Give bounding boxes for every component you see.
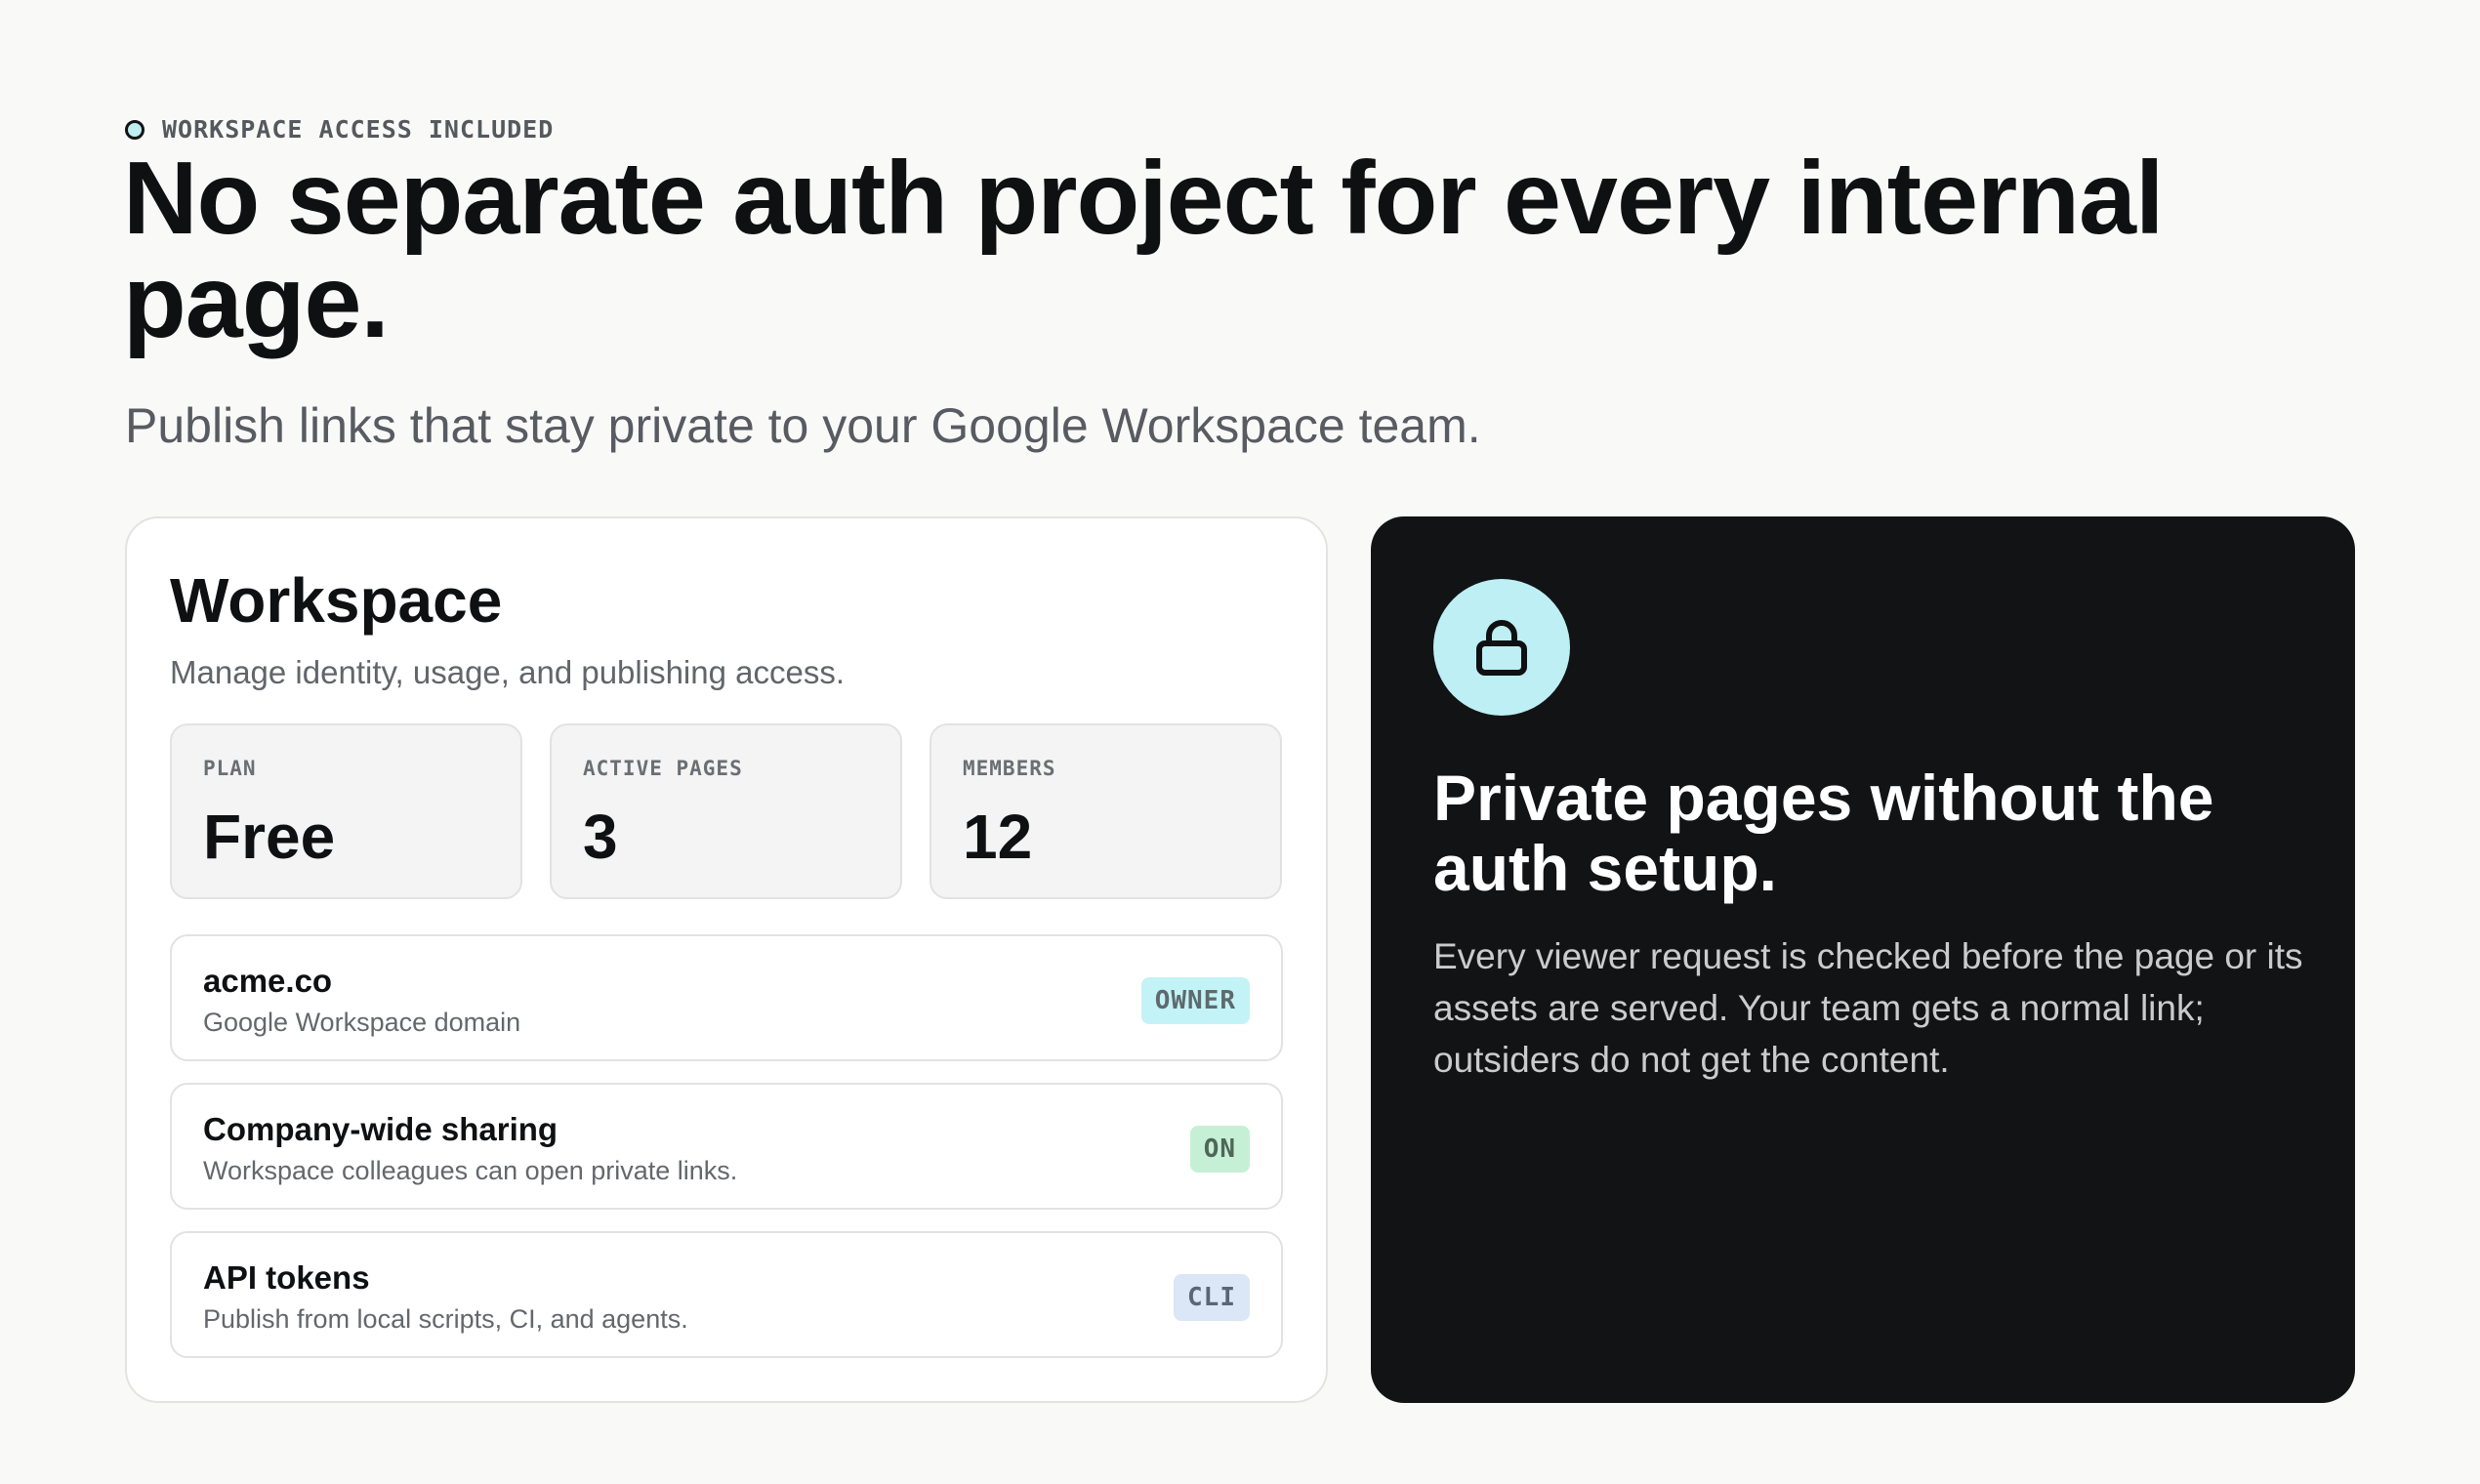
stat-active-pages: ACTIVE PAGES 3 xyxy=(550,723,902,899)
workspace-card: Workspace Manage identity, usage, and pu… xyxy=(125,516,1328,1403)
stat-label: PLAN xyxy=(203,757,257,780)
stats-row: PLAN Free ACTIVE PAGES 3 MEMBERS 12 xyxy=(170,723,1282,899)
row-description: Publish from local scripts, CI, and agen… xyxy=(203,1304,688,1334)
stat-members: MEMBERS 12 xyxy=(930,723,1282,899)
list-item-domain[interactable]: acme.co Google Workspace domain OWNER xyxy=(170,934,1283,1061)
eyebrow: WORKSPACE ACCESS INCLUDED xyxy=(125,115,554,144)
row-title: acme.co xyxy=(203,963,333,999)
feature-card: Private pages without the auth setup. Ev… xyxy=(1371,516,2355,1403)
feature-title: Private pages without the auth setup. xyxy=(1433,762,2214,904)
workspace-title: Workspace xyxy=(170,565,503,636)
stat-label: MEMBERS xyxy=(963,757,1056,780)
feature-description: Every viewer request is checked before t… xyxy=(1433,936,2303,1080)
on-badge: ON xyxy=(1189,1126,1250,1173)
stat-value: Free xyxy=(203,802,336,872)
owner-badge: OWNER xyxy=(1140,977,1250,1024)
lock-icon-circle xyxy=(1433,579,1570,716)
eyebrow-label: WORKSPACE ACCESS INCLUDED xyxy=(162,115,555,144)
row-title: Company-wide sharing xyxy=(203,1111,558,1147)
row-description: Workspace colleagues can open private li… xyxy=(203,1156,738,1185)
workspace-subtitle: Manage identity, usage, and publishing a… xyxy=(170,654,846,690)
stat-label: ACTIVE PAGES xyxy=(583,757,743,780)
status-dot-icon xyxy=(125,119,145,140)
row-description: Google Workspace domain xyxy=(203,1008,521,1037)
lock-icon xyxy=(1476,620,1527,676)
list-item-company-sharing[interactable]: Company-wide sharing Workspace colleague… xyxy=(170,1083,1283,1210)
row-title: API tokens xyxy=(203,1259,370,1296)
cli-badge: CLI xyxy=(1174,1274,1250,1321)
page-headline: No separate auth project for every inter… xyxy=(123,141,2164,359)
list-item-api-tokens[interactable]: API tokens Publish from local scripts, C… xyxy=(170,1231,1283,1358)
page-subheadline: Publish links that stay private to your … xyxy=(125,398,1481,453)
stat-value: 12 xyxy=(963,802,1033,872)
settings-list: acme.co Google Workspace domain OWNER Co… xyxy=(170,934,1283,1380)
stat-plan: PLAN Free xyxy=(170,723,522,899)
stat-value: 3 xyxy=(583,802,618,872)
